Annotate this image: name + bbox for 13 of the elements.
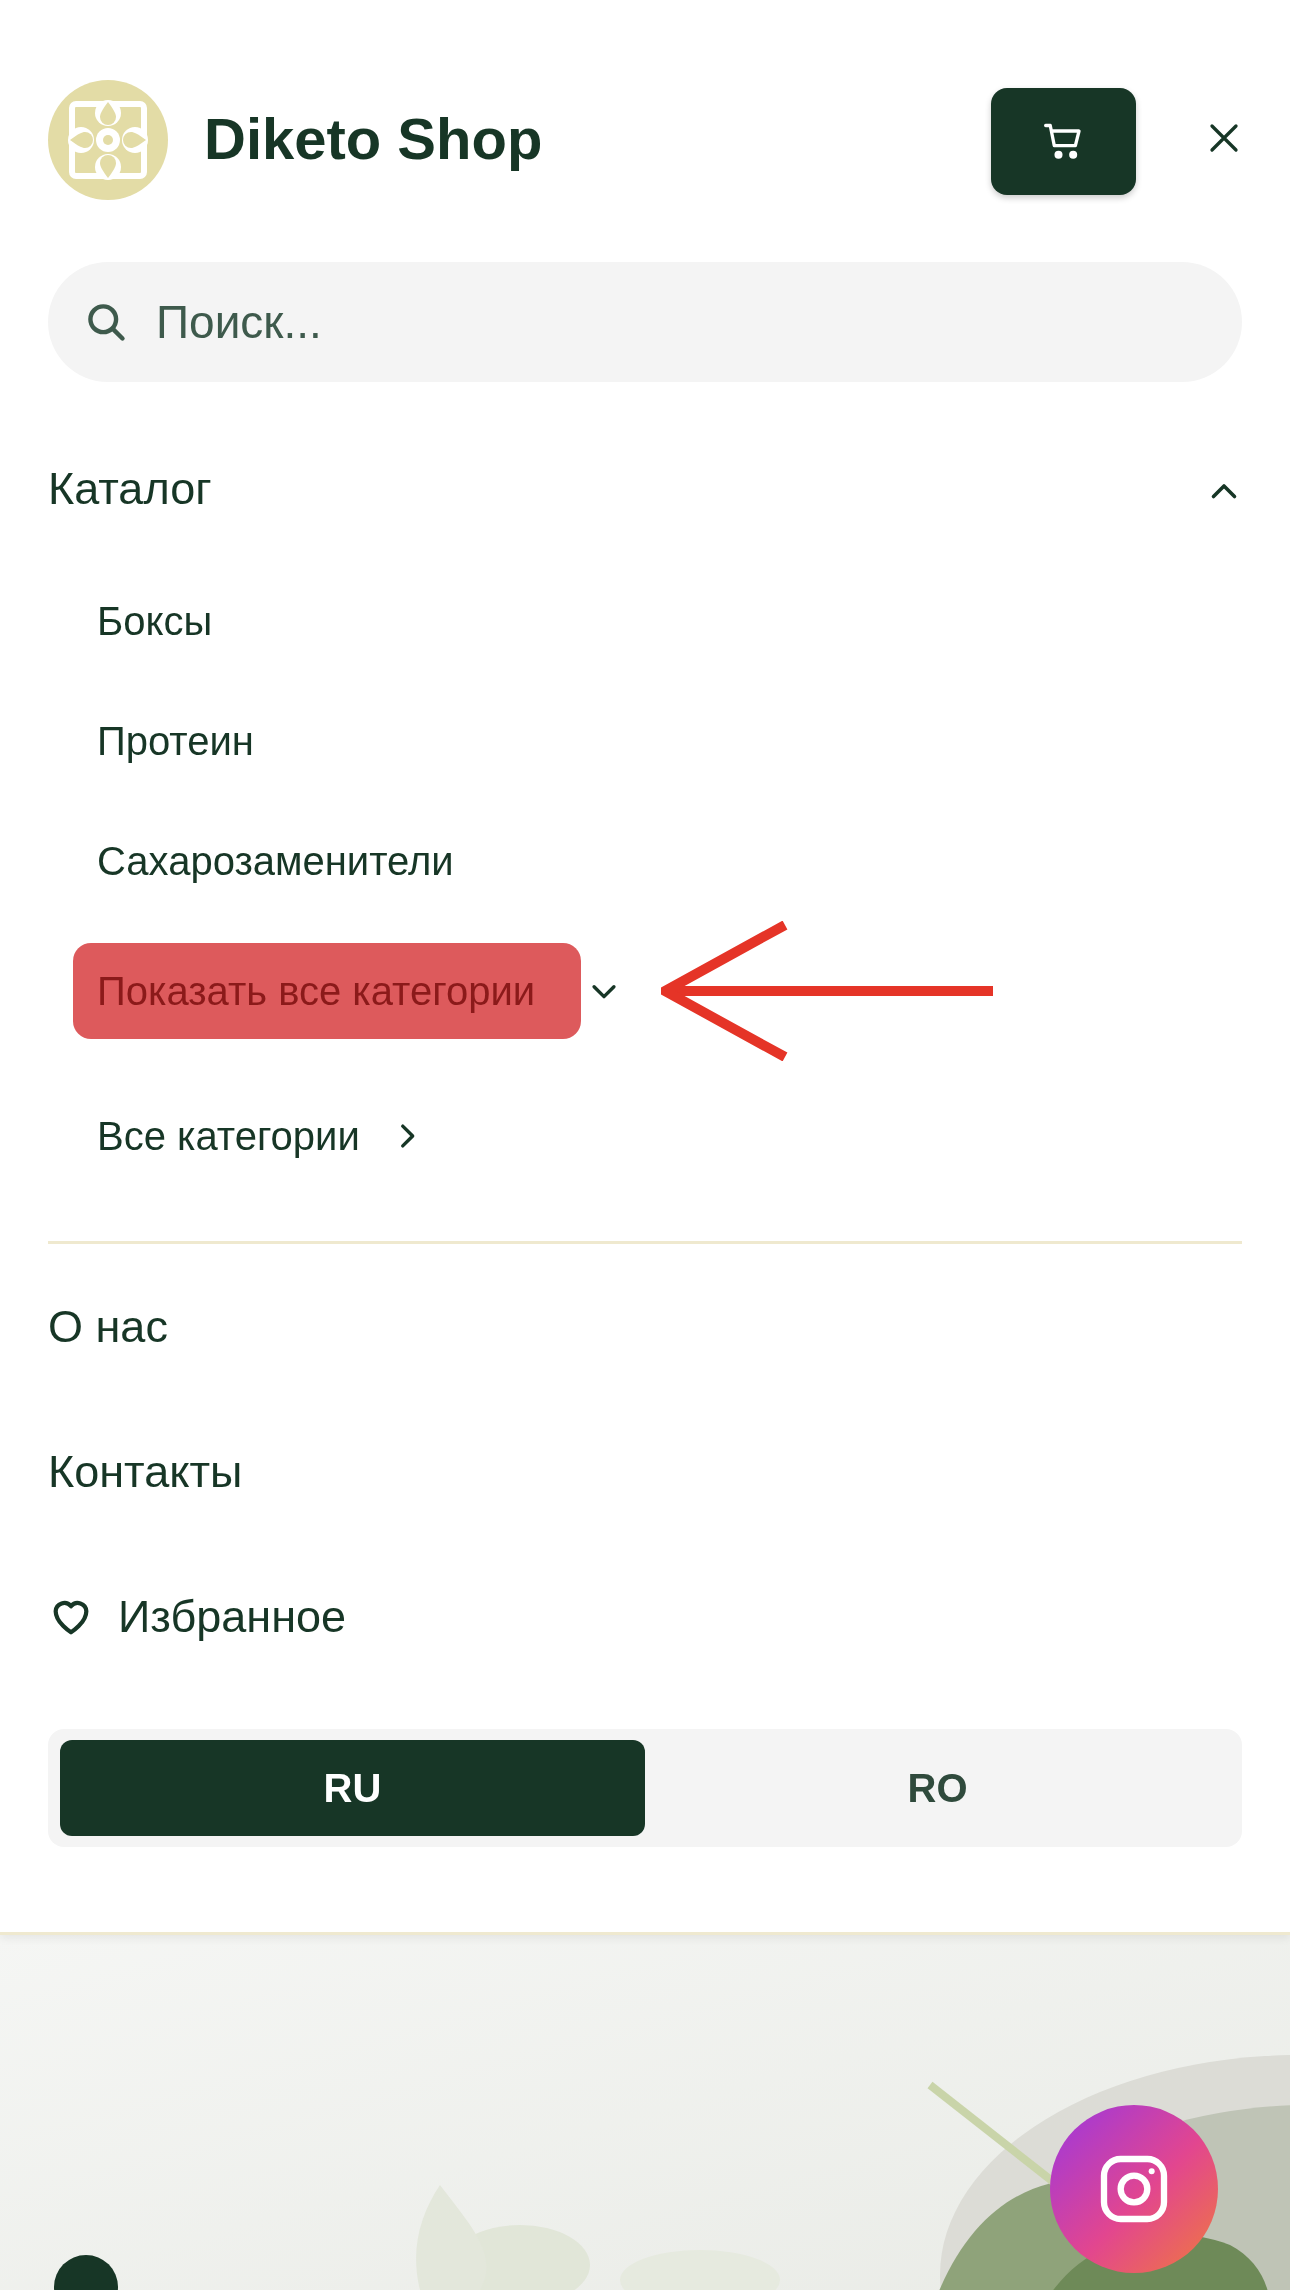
menu-item[interactable]: Контакты (48, 1399, 1242, 1544)
submenu-item[interactable]: Протеин (97, 711, 254, 771)
language-option[interactable]: RO (645, 1740, 1230, 1836)
cart-button[interactable] (991, 88, 1136, 195)
submenu-item[interactable]: Сахарозаменители (97, 831, 454, 891)
submenu-item[interactable]: Боксы (97, 591, 213, 651)
menu-item[interactable]: Избранное (48, 1544, 1242, 1689)
submenu-item[interactable]: Все категории (97, 1106, 360, 1166)
menu-item[interactable]: Каталог (48, 416, 1242, 561)
search-field[interactable]: Поиск... (48, 262, 1242, 382)
logo-icon (48, 80, 168, 200)
menu-item[interactable]: О нас (48, 1254, 1242, 1399)
language-option[interactable]: RU (60, 1740, 645, 1836)
